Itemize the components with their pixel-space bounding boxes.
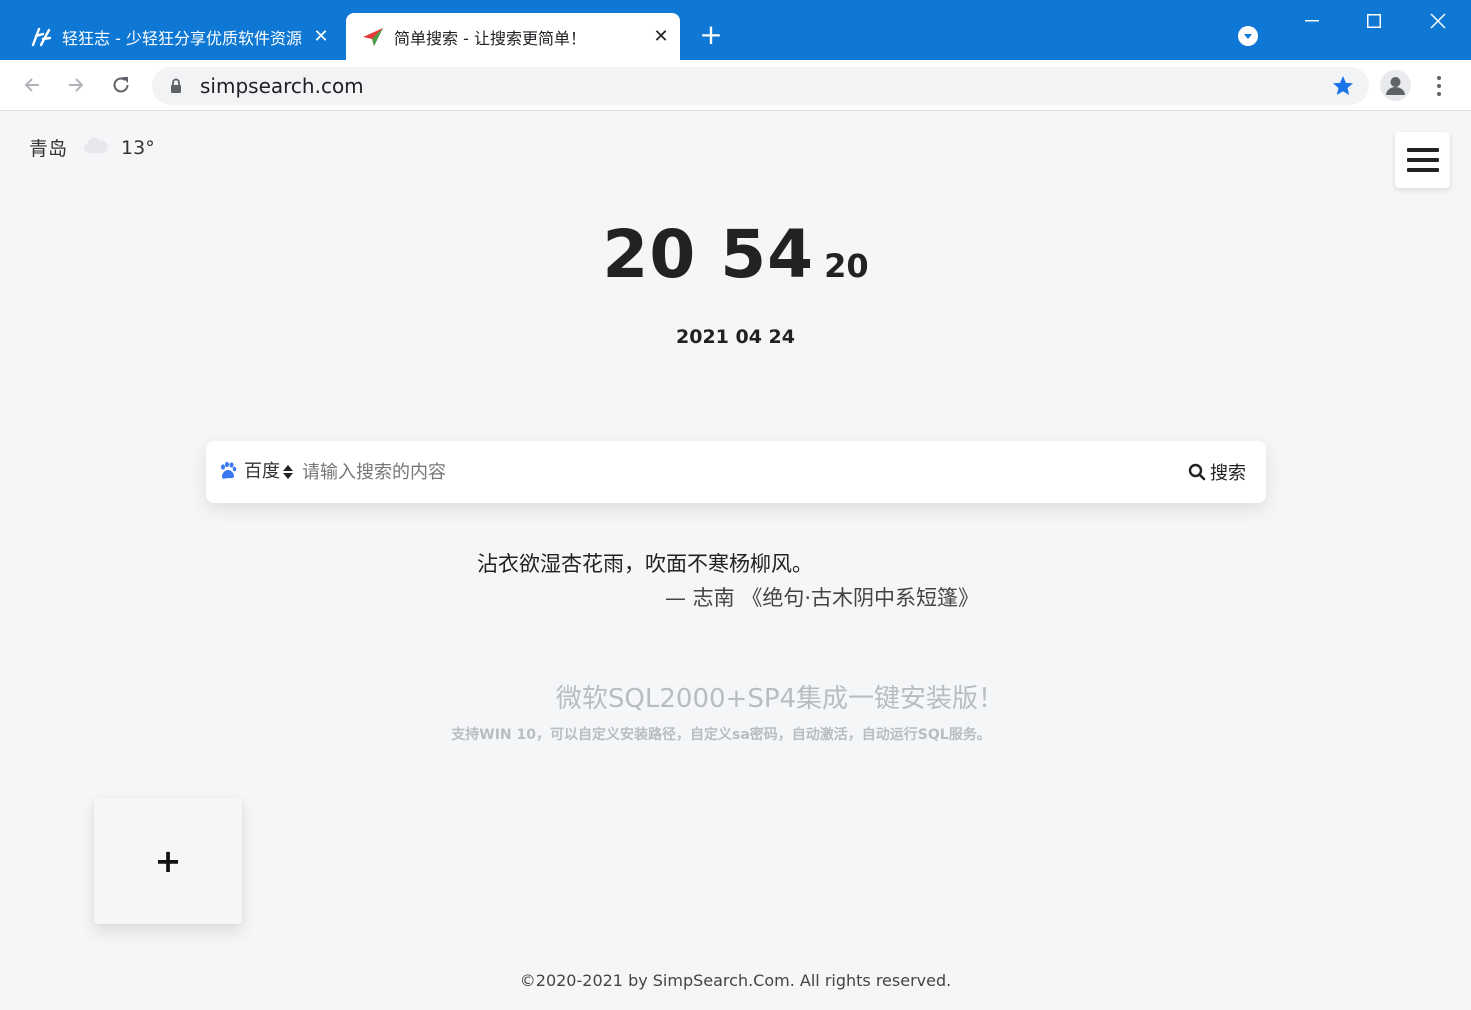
- clock-seconds: 20: [824, 247, 869, 285]
- tab-close-icon[interactable]: ✕: [308, 26, 334, 47]
- forward-arrow-icon[interactable]: [61, 70, 91, 100]
- bookmark-star-icon[interactable]: [1331, 74, 1355, 102]
- weather-city: 青岛: [29, 138, 68, 160]
- lock-icon: [170, 78, 182, 98]
- date: 2021 04 24: [676, 326, 795, 348]
- tab-close-icon[interactable]: ✕: [648, 26, 674, 47]
- maximize-icon[interactable]: [1354, 6, 1394, 36]
- search-box: 百度 搜索: [206, 441, 1266, 503]
- cloud-icon: [81, 136, 109, 159]
- paper-plane-icon: [362, 26, 384, 48]
- search-input[interactable]: [302, 459, 1162, 485]
- weather-temp: 13°: [121, 136, 155, 159]
- qkz-logo-icon: [30, 26, 52, 48]
- search-engine-select[interactable]: 百度: [244, 441, 280, 503]
- hamburger-menu-icon[interactable]: [1395, 132, 1450, 188]
- url-text: simpsearch.com: [200, 74, 364, 98]
- tab-simpsearch[interactable]: 简单搜索 - 让搜索更简单！ ✕: [346, 13, 680, 60]
- poem-line: 沾衣欲湿杏花雨，吹面不寒杨柳风。: [477, 552, 813, 576]
- search-button[interactable]: 搜索: [1188, 441, 1246, 503]
- search-icon: [1188, 463, 1206, 481]
- browser-toolbar: simpsearch.com: [0, 60, 1471, 111]
- tab-title: 轻狂志 - 少轻狂分享优质软件资源: [62, 28, 302, 48]
- address-bar[interactable]: simpsearch.com: [152, 67, 1369, 105]
- poem-source: — 志南 《绝句·古木阴中系短篷》: [665, 586, 980, 610]
- ad-title-link[interactable]: 微软SQL2000+SP4集成一键安装版！: [1, 678, 1471, 715]
- clock: 20 54 20: [1, 216, 1470, 293]
- minimize-icon[interactable]: [1292, 6, 1332, 36]
- sort-updown-icon[interactable]: [283, 463, 293, 481]
- window-close-icon[interactable]: [1418, 6, 1458, 36]
- back-arrow-icon[interactable]: [17, 70, 47, 100]
- page-content: 青岛 13° 20 5420 2021 04 24 百度 搜索: [1, 112, 1470, 1009]
- reload-icon[interactable]: [106, 70, 136, 100]
- weather-widget[interactable]: 青岛 13°: [29, 134, 155, 161]
- tab-search-icon[interactable]: [1238, 26, 1258, 46]
- footer-copyright: ©2020-2021 by SimpSearch.Com. All rights…: [519, 971, 952, 990]
- more-menu-icon[interactable]: [1427, 73, 1451, 99]
- profile-avatar-icon[interactable]: [1380, 70, 1411, 101]
- add-shortcut-button[interactable]: +: [94, 798, 242, 924]
- tab-qingkuangzhi[interactable]: 轻狂志 - 少轻狂分享优质软件资源 ✕: [14, 13, 340, 60]
- ad-subtitle: 支持WIN 10，可以自定义安装路径，自定义sa密码，自动激活，自动运行SQL服…: [451, 727, 991, 743]
- clock-hours-minutes: 20 54: [602, 216, 815, 293]
- search-button-label: 搜索: [1210, 463, 1246, 484]
- new-tab-button[interactable]: +: [697, 20, 725, 52]
- baidu-paw-icon[interactable]: [218, 461, 238, 485]
- tab-title: 简单搜索 - 让搜索更简单！: [394, 28, 586, 48]
- browser-titlebar: 轻狂志 - 少轻狂分享优质软件资源 ✕ 简单搜索 - 让搜索更简单！ ✕ +: [0, 0, 1471, 60]
